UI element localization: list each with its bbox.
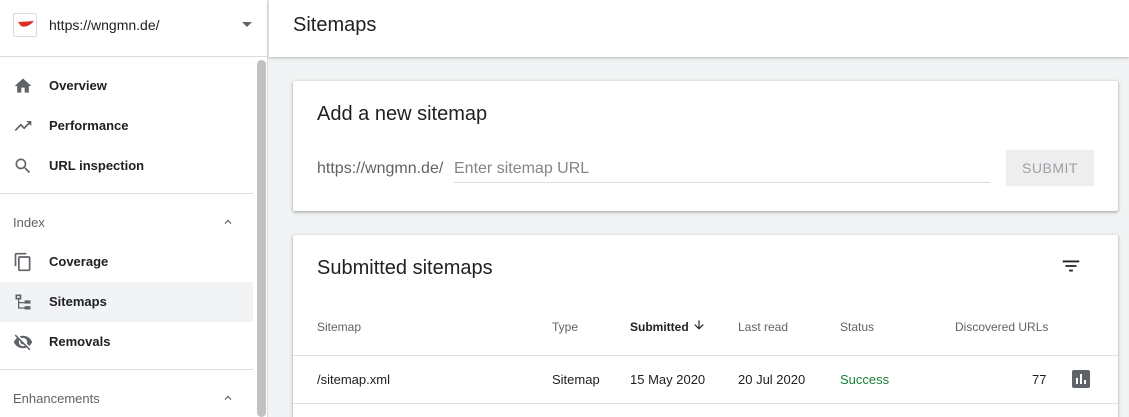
sidebar: https://wngmn.de/ Overview Performance U… xyxy=(0,0,268,417)
sidebar-item-label: Sitemaps xyxy=(49,294,107,309)
add-sitemap-card: Add a new sitemap https://wngmn.de/ SUBM… xyxy=(293,81,1118,211)
arrow-down-icon[interactable] xyxy=(692,318,706,332)
cell-type: Sitemap xyxy=(552,372,600,387)
sitemap-url-input[interactable] xyxy=(454,155,990,183)
chevron-up-icon xyxy=(224,219,232,224)
column-header-type[interactable]: Type xyxy=(552,320,578,334)
chevron-up-icon xyxy=(224,395,232,400)
sidebar-item-label: Performance xyxy=(49,118,129,133)
cell-last-read: 20 Jul 2020 xyxy=(738,372,806,387)
property-url: https://wngmn.de/ xyxy=(49,17,160,33)
property-selector[interactable]: https://wngmn.de/ xyxy=(0,0,268,57)
sidebar-item-overview[interactable]: Overview xyxy=(0,66,253,106)
table-divider xyxy=(293,355,1118,356)
column-header-last-read[interactable]: Last read xyxy=(738,320,788,334)
submit-button[interactable]: SUBMIT xyxy=(1006,150,1094,186)
sidebar-divider xyxy=(0,193,253,194)
section-label: Index xyxy=(13,215,45,230)
sidebar-scrollbar[interactable] xyxy=(257,60,266,417)
column-header-sitemap[interactable]: Sitemap xyxy=(317,320,361,334)
sidebar-section-index[interactable]: Index xyxy=(0,201,253,241)
submitted-sitemaps-card: Submitted sitemaps Sitemap Type Submitte… xyxy=(293,235,1118,417)
sidebar-item-url-inspection[interactable]: URL inspection xyxy=(0,146,253,186)
sidebar-item-sitemaps[interactable]: Sitemaps xyxy=(0,282,253,322)
dropdown-arrow-icon[interactable] xyxy=(242,22,252,27)
bar-chart-icon[interactable] xyxy=(1072,370,1090,388)
sidebar-item-coverage[interactable]: Coverage xyxy=(0,242,253,282)
cell-submitted: 15 May 2020 xyxy=(630,372,706,387)
card-title: Submitted sitemaps xyxy=(317,257,493,279)
home-icon xyxy=(14,78,32,93)
page-header: Sitemaps xyxy=(269,0,1129,57)
trending-up-icon xyxy=(14,121,32,131)
column-header-discovered-urls[interactable]: Discovered URLs xyxy=(955,320,1048,334)
table-divider xyxy=(293,403,1118,404)
sidebar-item-label: Coverage xyxy=(49,254,109,269)
column-header-submitted[interactable]: Submitted xyxy=(630,320,689,334)
page-title: Sitemaps xyxy=(293,14,377,36)
sidebar-item-label: Removals xyxy=(49,334,111,349)
site-favicon-icon xyxy=(13,13,37,37)
cell-discovered-urls: 77 xyxy=(1032,372,1047,387)
sitemap-icon xyxy=(15,294,31,310)
sidebar-section-enhancements[interactable]: Enhancements xyxy=(0,377,253,417)
sitemap-url-prefix: https://wngmn.de/ xyxy=(317,160,444,177)
column-header-status[interactable]: Status xyxy=(840,320,874,334)
visibility-off-icon xyxy=(13,334,33,351)
sidebar-item-label: URL inspection xyxy=(49,158,145,173)
sidebar-divider xyxy=(0,369,253,370)
filter-icon[interactable] xyxy=(1060,255,1082,277)
cell-sitemap: /sitemap.xml xyxy=(317,372,390,387)
section-label: Enhancements xyxy=(13,391,100,406)
sidebar-item-performance[interactable]: Performance xyxy=(0,106,253,146)
copy-icon xyxy=(14,252,31,272)
sidebar-item-removals[interactable]: Removals xyxy=(0,322,253,362)
card-title: Add a new sitemap xyxy=(317,103,488,125)
search-icon xyxy=(15,158,31,174)
cell-status: Success xyxy=(840,372,890,387)
sidebar-item-label: Overview xyxy=(49,78,107,93)
